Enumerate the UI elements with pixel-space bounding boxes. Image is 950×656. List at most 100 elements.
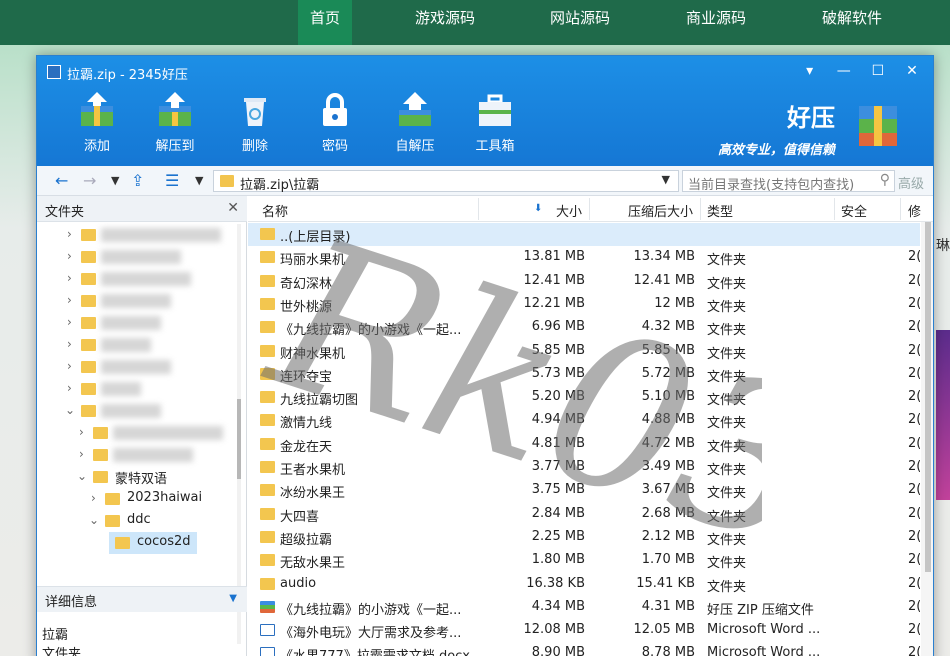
search-input[interactable]: 当前目录查找(支持包内查找) ⚲ [682, 170, 895, 193]
tree-item[interactable]: › [37, 246, 237, 268]
tree-item[interactable]: › [37, 422, 237, 444]
cell-modified: 2( [908, 645, 920, 656]
tree-item-cocos2d[interactable]: cocos2d [109, 532, 197, 554]
minimize-button[interactable]: — [829, 60, 859, 82]
folder-icon [260, 228, 275, 240]
tree-item[interactable]: › [37, 224, 237, 246]
tree-item[interactable]: › [37, 334, 237, 356]
table-row[interactable]: audio 16.38 KB 15.41 KB 文件夹 2( [248, 573, 920, 596]
tree-item[interactable]: ⌄ [37, 400, 237, 422]
details-header[interactable]: 详细信息 ▼ [37, 586, 247, 612]
table-row[interactable]: 金龙在天 4.81 MB 4.72 MB 文件夹 2( [248, 433, 920, 456]
cell-modified: 2( [908, 342, 920, 358]
menu-dropdown-icon[interactable]: ▾ [795, 60, 825, 82]
nav-cracked-software[interactable]: 破解软件 [812, 0, 892, 45]
table-row[interactable]: 财神水果机 5.85 MB 5.85 MB 文件夹 2( [248, 340, 920, 363]
cell-size: 5.73 MB [531, 365, 585, 381]
table-row[interactable]: 九线拉霸切图 5.20 MB 5.10 MB 文件夹 2( [248, 386, 920, 409]
toolbar-toolbox-button[interactable]: 工具箱 [465, 90, 525, 154]
recycle-bin-icon [244, 98, 266, 126]
path-field[interactable]: 拉霸.zip\拉霸 ▼ [213, 170, 679, 193]
cell-name: 《海外电玩》大厅需求及参考... [280, 626, 462, 642]
table-row[interactable]: 超级拉霸 2.25 MB 2.12 MB 文件夹 2( [248, 526, 920, 549]
tree-item[interactable]: › [37, 378, 237, 400]
close-icon[interactable]: ✕ [227, 200, 239, 216]
maximize-button[interactable]: ☐ [863, 60, 893, 82]
toolbar-delete-button[interactable]: 删除 [225, 90, 285, 154]
extract-icon [159, 92, 191, 126]
file-list-scrollbar[interactable] [921, 222, 933, 656]
tree-item[interactable]: › [37, 290, 237, 312]
table-row[interactable]: 《水果777》拉霸需求文档.docx 8.90 MB 8.78 MB Microsof… [248, 642, 920, 656]
table-row[interactable]: 《海外电玩》大厅需求及参考... 12.08 MB 12.05 MB Microsof… [248, 619, 920, 642]
table-row[interactable]: ..(上层目录) [248, 223, 920, 246]
folder-icon [220, 175, 234, 187]
tree-item-mengte[interactable]: ⌄ 蒙特双语 [37, 466, 237, 488]
folder-icon [260, 437, 275, 450]
history-dropdown-icon[interactable]: ▼ [111, 174, 119, 187]
cell-modified: 2( [908, 365, 920, 381]
column-size[interactable]: 大小 [556, 201, 582, 220]
folder-icon [260, 461, 275, 473]
table-row[interactable]: 王者水果机 3.77 MB 3.49 MB 文件夹 2( [248, 456, 920, 479]
tree-item[interactable]: › [37, 268, 237, 290]
column-modified[interactable]: 修 [908, 201, 921, 220]
table-row[interactable]: 无敌水果王 1.80 MB 1.70 MB 文件夹 2( [248, 549, 920, 572]
toolbar-delete-label: 删除 [241, 139, 268, 154]
table-row[interactable]: 冰纷水果王 3.75 MB 3.67 MB 文件夹 2( [248, 479, 920, 502]
column-type[interactable]: 类型 [707, 201, 733, 220]
cell-modified: 2( [908, 389, 920, 405]
table-row[interactable]: 《九线拉霸》的小游戏《一起... 6.96 MB 4.32 MB 文件夹 2( [248, 316, 920, 339]
nav-home[interactable]: 首页 [298, 0, 352, 45]
nav-business-source[interactable]: 商业源码 [676, 0, 756, 45]
close-button[interactable]: ✕ [897, 60, 927, 82]
cell-type: 好压 ZIP 压缩文件 [707, 602, 814, 618]
up-folder-icon[interactable]: ⇪ [131, 171, 144, 190]
toolbar-password-button[interactable]: 密码 [305, 90, 365, 154]
table-row[interactable]: 玛丽水果机 13.81 MB 13.34 MB 文件夹 2( [248, 246, 920, 269]
search-placeholder: 当前目录查找(支持包内查找) [688, 178, 855, 193]
table-row[interactable]: 世外桃源 12.21 MB 12 MB 文件夹 2( [248, 293, 920, 316]
toolbar-add-button[interactable]: 添加 [67, 90, 127, 154]
table-row[interactable]: 连环夺宝 5.73 MB 5.72 MB 文件夹 2( [248, 363, 920, 386]
cell-packed-size: 4.32 MB [641, 319, 695, 335]
tree-item[interactable]: › [37, 356, 237, 378]
back-arrow-icon[interactable]: ← [55, 171, 68, 190]
tree-item[interactable]: › [37, 312, 237, 334]
table-row[interactable]: 奇幻深林 12.41 MB 12.41 MB 文件夹 2( [248, 270, 920, 293]
tree-item[interactable]: › [37, 444, 237, 466]
forward-arrow-icon[interactable]: → [83, 171, 96, 190]
cell-size: 2.84 MB [531, 505, 585, 521]
nav-web-source[interactable]: 网站源码 [540, 0, 620, 45]
table-row[interactable]: 大四喜 2.84 MB 2.68 MB 文件夹 2( [248, 503, 920, 526]
cell-name: ..(上层目录) [280, 230, 351, 245]
cell-name: 金龙在天 [280, 439, 333, 455]
cell-size: 3.77 MB [531, 459, 585, 474]
cell-type: 文件夹 [707, 532, 747, 548]
nav-game-source[interactable]: 游戏源码 [405, 0, 485, 45]
view-list-icon[interactable]: ☰ [165, 171, 179, 190]
view-dropdown-icon[interactable]: ▼ [195, 174, 203, 187]
tree-item-2023haiwai[interactable]: › 2023haiwai [37, 488, 237, 510]
cell-name: 无敌水果王 [280, 556, 346, 572]
toolbar-self-extract-button[interactable]: 自解压 [385, 90, 445, 154]
cell-type: 文件夹 [707, 393, 747, 409]
column-packed-size[interactable]: 压缩后大小 [628, 201, 693, 220]
toolbar-extract-button[interactable]: 解压到 [145, 90, 205, 154]
folder-icon [260, 367, 275, 380]
cell-type: 文件夹 [707, 486, 747, 502]
folder-panel-scrollbar[interactable] [237, 224, 241, 644]
column-security[interactable]: 安全 [841, 201, 867, 220]
path-dropdown-icon[interactable]: ▼ [662, 173, 670, 186]
cell-type: 文件夹 [707, 463, 747, 478]
table-row[interactable]: 激情九线 4.94 MB 4.88 MB 文件夹 2( [248, 409, 920, 432]
window-title: 拉霸.zip - 2345好压 [67, 68, 188, 83]
search-icon[interactable]: ⚲ [880, 172, 890, 188]
tree-item-ddc[interactable]: ⌄ ddc [37, 510, 237, 532]
title-bar: 拉霸.zip - 2345好压 ▾ — ☐ ✕ 添加 解压到 删除 密码 自解压… [37, 56, 933, 166]
advanced-search-link[interactable]: 高级 [898, 173, 924, 192]
chevron-down-icon[interactable]: ▼ [229, 593, 237, 604]
table-row[interactable]: 《九线拉霸》的小游戏《一起... 4.34 MB 4.31 MB 好压 ZIP 压缩文… [248, 596, 920, 619]
cell-type: 文件夹 [707, 253, 747, 269]
column-name[interactable]: 名称 [262, 201, 288, 220]
